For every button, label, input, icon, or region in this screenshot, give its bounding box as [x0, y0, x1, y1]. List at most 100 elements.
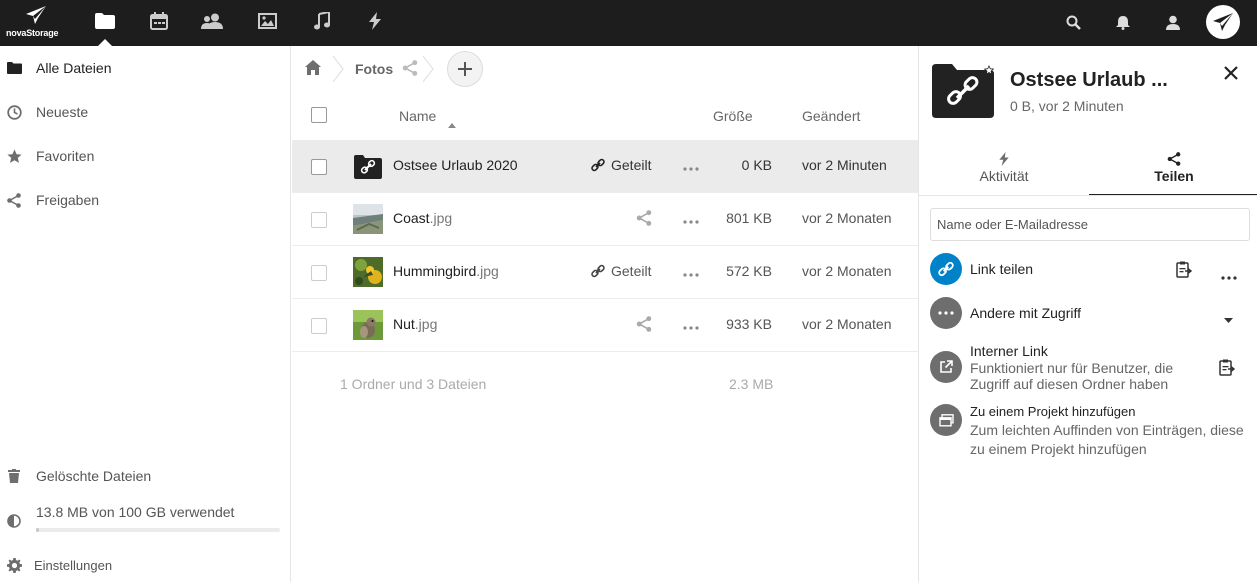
photos-icon[interactable] — [255, 9, 279, 33]
file-size: 801 KB — [726, 210, 772, 226]
file-modified: vor 2 Minuten — [802, 157, 887, 173]
file-row[interactable]: Nut.jpg 933 KB vor 2 Monaten — [292, 299, 918, 352]
shared-label: Geteilt — [611, 263, 652, 279]
close-icon[interactable] — [1224, 66, 1238, 83]
clipboard-icon[interactable] — [1176, 261, 1193, 281]
more-icon[interactable] — [683, 317, 699, 333]
sidebar-item-recent[interactable]: Neueste — [0, 90, 291, 134]
row-checkbox[interactable] — [311, 318, 327, 334]
active-app-indicator — [98, 39, 112, 46]
row-checkbox[interactable] — [311, 265, 327, 281]
file-row[interactable]: Ostsee Urlaub 2020 Geteilt 0 KB vor 2 Mi… — [292, 140, 918, 193]
sidebar-item-all-files[interactable]: Alle Dateien — [0, 46, 291, 90]
link-icon — [591, 158, 605, 172]
shared-label: Geteilt — [611, 157, 652, 173]
file-name[interactable]: Hummingbird.jpg — [393, 263, 499, 279]
share-icon[interactable] — [636, 316, 652, 332]
shared-link-button[interactable]: Geteilt — [591, 263, 651, 279]
paper-plane-logo-icon — [26, 6, 46, 24]
clipboard-icon[interactable] — [1219, 359, 1236, 379]
tab-label: Aktivität — [979, 168, 1029, 184]
sidebar-item-label: Freigaben — [36, 192, 100, 208]
activity-icon[interactable] — [363, 9, 387, 33]
file-row[interactable]: Hummingbird.jpg Geteilt 572 KB vor 2 Mon… — [292, 246, 918, 299]
paper-plane-avatar-icon — [1213, 13, 1233, 31]
select-all-checkbox[interactable] — [311, 107, 327, 123]
new-button[interactable] — [447, 51, 483, 87]
tab-sharing[interactable]: Teilen — [1089, 150, 1257, 196]
summary-total-size: 2.3 MB — [729, 376, 774, 392]
breadcrumb-separator — [422, 56, 434, 82]
image-thumbnail — [353, 310, 383, 340]
sidebar-item-label: Alle Dateien — [36, 60, 112, 76]
calendar-icon[interactable] — [147, 9, 171, 33]
internal-link-label: Interner Link — [970, 343, 1048, 359]
file-row[interactable]: Coast.jpg 801 KB vor 2 Monaten — [292, 193, 918, 246]
home-icon[interactable] — [305, 60, 321, 78]
sidebar-item-label: Gelöschte Dateien — [36, 468, 152, 484]
tab-activity[interactable]: Aktivität — [919, 150, 1089, 196]
search-icon[interactable] — [1062, 11, 1084, 33]
more-icon[interactable] — [683, 158, 699, 174]
sidebar-item-deleted-files[interactable]: Gelöschte Dateien — [0, 454, 291, 498]
column-header-name[interactable]: Name — [399, 108, 436, 124]
sidebar-item-label: Einstellungen — [34, 557, 113, 573]
sidebar-item-settings[interactable]: Einstellungen — [0, 543, 291, 587]
add-to-project-description: Zum leichten Auffinden von Einträgen, di… — [970, 422, 1244, 438]
file-size: 0 KB — [741, 157, 772, 173]
file-size: 572 KB — [726, 263, 772, 279]
add-to-project-label[interactable]: Zu einem Projekt hinzufügen — [970, 404, 1135, 419]
column-header-modified[interactable]: Geändert — [802, 108, 860, 124]
sidebar-item-label: Favoriten — [36, 148, 95, 164]
shared-link-button[interactable]: Geteilt — [591, 157, 651, 173]
file-modified: vor 2 Monaten — [802, 263, 892, 279]
notifications-icon[interactable] — [1112, 11, 1134, 33]
quota-bar — [36, 528, 280, 532]
column-header-size[interactable]: Größe — [713, 108, 753, 124]
image-thumbnail — [353, 257, 383, 287]
plus-icon — [458, 62, 472, 76]
row-checkbox[interactable] — [311, 159, 327, 175]
share-icon — [1167, 152, 1181, 166]
sidebar-item-label: Neueste — [36, 104, 89, 120]
sort-ascending-icon[interactable] — [448, 115, 456, 131]
top-bar: novaStorage — [0, 0, 1257, 46]
brand-logo[interactable]: novaStorage — [6, 4, 66, 42]
shared-folder-icon — [932, 62, 996, 118]
breadcrumb-current[interactable]: Fotos — [355, 61, 393, 77]
more-icon[interactable] — [683, 211, 699, 227]
more-icon[interactable] — [683, 264, 699, 280]
share-icon[interactable] — [402, 60, 418, 79]
link-icon — [930, 253, 962, 285]
more-icon[interactable] — [1221, 267, 1237, 283]
others-with-access-label[interactable]: Andere mit Zugriff — [970, 305, 1081, 321]
sidebar-item-shares[interactable]: Freigaben — [0, 178, 291, 222]
chevron-down-icon[interactable] — [1224, 310, 1233, 326]
brand-name: novaStorage — [6, 28, 59, 38]
breadcrumb: Fotos — [292, 46, 918, 92]
tabs-divider — [919, 195, 1257, 196]
quota-info: 13.8 MB von 100 GB verwendet — [0, 498, 291, 542]
file-list-area: Fotos Name Größe Geändert Ostsee Urlaub … — [292, 46, 918, 582]
details-panel: Ostsee Urlaub ... 0 B, vor 2 Minuten Akt… — [918, 46, 1257, 582]
trash-icon — [6, 468, 22, 484]
share-icon[interactable] — [636, 210, 652, 226]
contacts-icon[interactable] — [200, 9, 224, 33]
contacts-menu-icon[interactable] — [1162, 11, 1184, 33]
file-list-header: Name Größe Geändert — [292, 92, 918, 140]
sidebar-item-favorites[interactable]: Favoriten — [0, 134, 291, 178]
row-checkbox[interactable] — [311, 212, 327, 228]
user-avatar[interactable] — [1206, 5, 1240, 39]
file-name[interactable]: Ostsee Urlaub 2020 — [393, 157, 518, 173]
share-icon — [6, 192, 22, 208]
files-icon[interactable] — [93, 9, 117, 33]
file-modified: vor 2 Monaten — [802, 210, 892, 226]
gear-icon — [6, 557, 22, 573]
file-name[interactable]: Nut.jpg — [393, 316, 437, 332]
panel-title: Ostsee Urlaub ... — [1010, 69, 1168, 91]
quota-fill — [36, 528, 40, 532]
music-icon[interactable] — [310, 9, 334, 33]
share-search-input[interactable] — [930, 208, 1250, 241]
file-name[interactable]: Coast.jpg — [393, 210, 452, 226]
share-link-label[interactable]: Link teilen — [970, 261, 1033, 277]
